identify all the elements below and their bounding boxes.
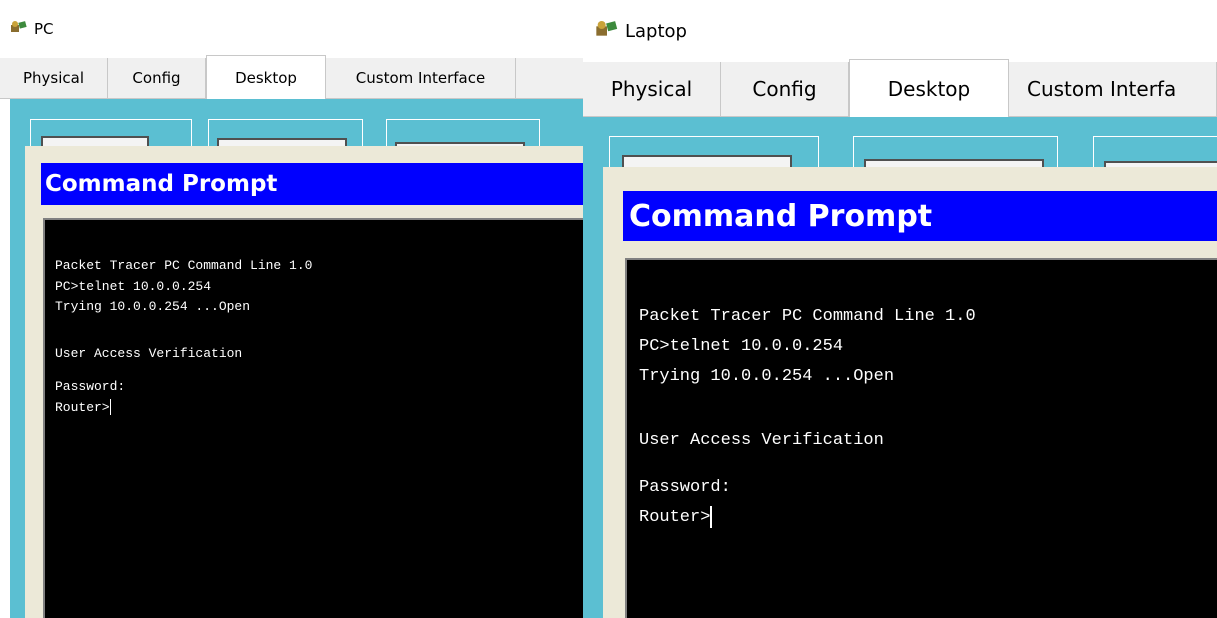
desktop-area: Command Prompt Packet Tracer PC Command … [10,99,583,618]
tab-bar: Physical Config Desktop Custom Interface [0,55,583,99]
tab-config[interactable]: Config [108,58,206,98]
command-prompt-window: Command Prompt Packet Tracer PC Command … [25,146,583,618]
terminal-line: User Access Verification [55,345,243,361]
terminal-line: Password: [639,478,731,497]
window-title: PC [34,20,54,38]
packet-tracer-device-icon [10,19,28,39]
command-prompt-title: Command Prompt [623,191,1217,241]
text-cursor [710,505,713,528]
terminal-line: Trying 10.0.0.254 ...Open [639,367,895,386]
tab-custom-interface[interactable]: Custom Interface [326,58,516,98]
terminal-line: Packet Tracer PC Command Line 1.0 [55,258,313,273]
tab-bar: Physical Config Desktop Custom Interfa [583,59,1217,117]
tab-physical[interactable]: Physical [583,62,721,116]
terminal-prompt-line: Router> [55,398,583,419]
terminal-output[interactable]: Packet Tracer PC Command Line 1.0 PC>tel… [43,218,583,618]
laptop-window: Laptop Physical Config Desktop Custom In… [583,0,1217,618]
tab-desktop[interactable]: Desktop [206,55,326,99]
tab-custom-interface[interactable]: Custom Interfa [1009,62,1217,116]
laptop-titlebar: Laptop [583,0,1217,62]
terminal-line: User Access Verification [639,431,884,450]
pc-titlebar: PC [0,0,583,58]
terminal-line: PC>telnet 10.0.0.254 [55,278,212,294]
terminal-line: PC>telnet 10.0.0.254 [639,337,844,356]
terminal-prompt: Router> [55,399,110,415]
packet-tracer-device-icon [595,18,619,44]
tab-physical[interactable]: Physical [0,58,108,98]
terminal-line: Trying 10.0.0.254 ...Open [55,299,251,314]
tab-desktop[interactable]: Desktop [849,59,1009,117]
command-prompt-window: Command Prompt Packet Tracer PC Command … [603,167,1217,618]
terminal-prompt-line: Router> [639,503,1217,533]
command-prompt-title: Command Prompt [41,163,583,205]
desktop-area: Command Prompt Packet Tracer PC Command … [583,117,1217,618]
terminal-output[interactable]: Packet Tracer PC Command Line 1.0 PC>tel… [625,258,1217,618]
pc-window: PC Physical Config Desktop Custom Interf… [0,0,583,618]
terminal-prompt: Router> [639,508,711,527]
tab-config[interactable]: Config [721,62,849,116]
window-title: Laptop [625,20,687,42]
terminal-line: Password: [55,379,126,394]
text-cursor [109,399,111,416]
terminal-line: Packet Tracer PC Command Line 1.0 [639,307,976,326]
